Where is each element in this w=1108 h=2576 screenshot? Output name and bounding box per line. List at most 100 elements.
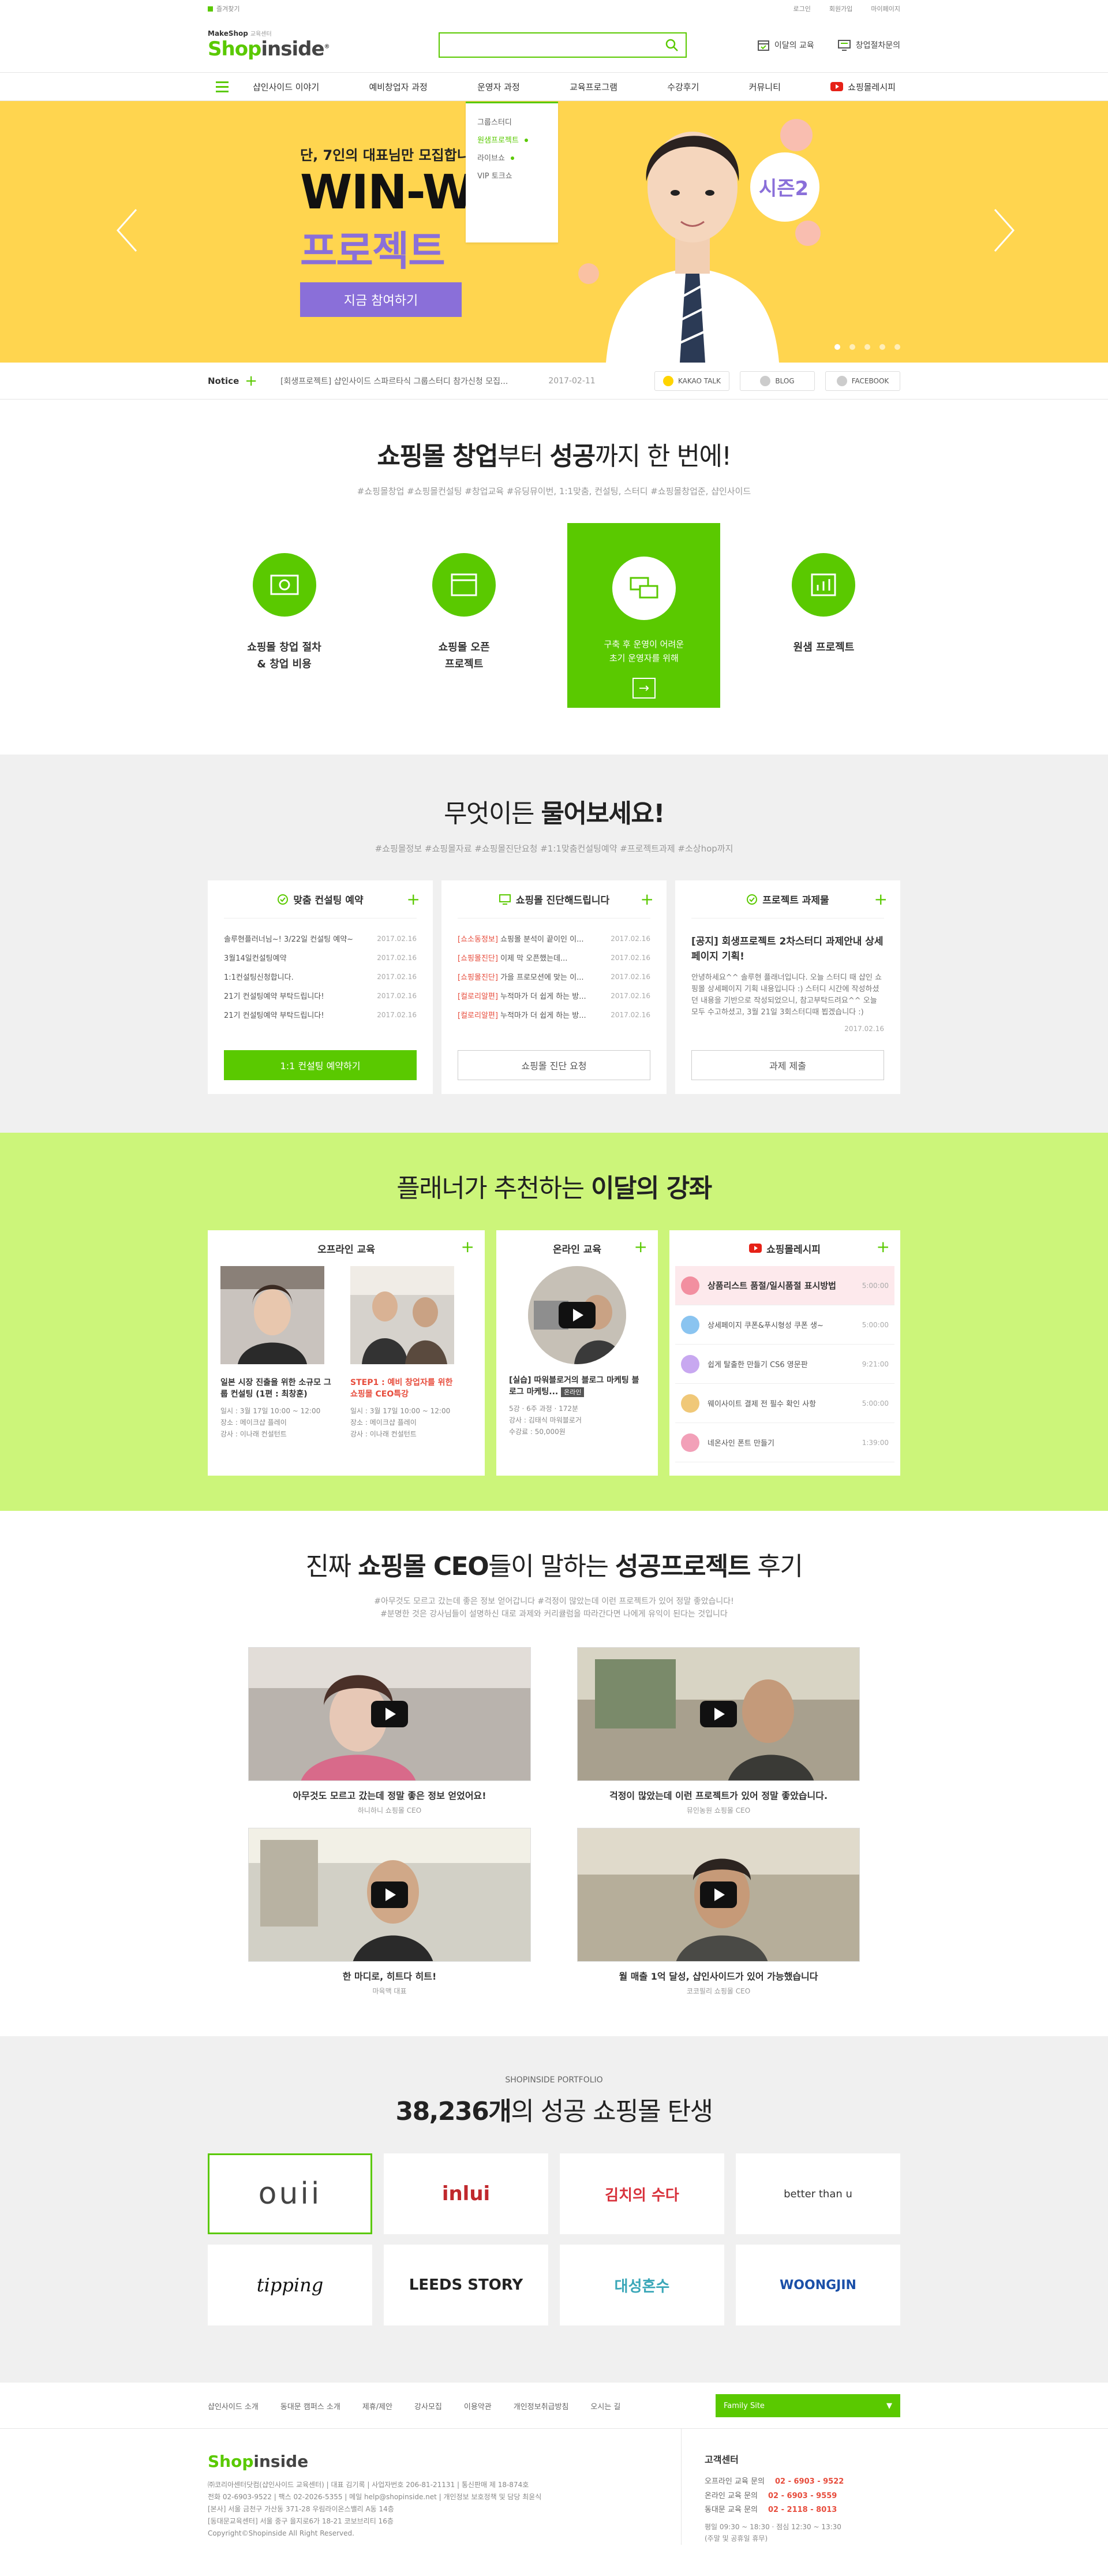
more-plus-icon[interactable]: + <box>874 890 888 909</box>
video-item[interactable]: 상품리스트 품절/일시품절 표시방법 5:00:00 <box>675 1266 894 1305</box>
slider-dot[interactable] <box>849 344 855 350</box>
notice-more-icon[interactable]: + <box>245 372 257 390</box>
slider-dot[interactable] <box>894 344 900 350</box>
youtube-icon <box>749 1244 762 1253</box>
list-item[interactable]: 21기 컨설팅예약 부탁드립니다! 2017.02.16 <box>224 1005 417 1024</box>
list-item[interactable]: 21기 컨설팅예약 부탁드립니다! 2017.02.16 <box>224 986 417 1005</box>
dropdown-item-vip[interactable]: VIP 토크쇼 <box>477 167 546 185</box>
footer-link[interactable]: 동대문 캠퍼스 소개 <box>280 2400 340 2411</box>
footer: Shopinside ㈜코리아센터닷컴(샵인사이드 교육센터) | 대표 김기록… <box>0 2429 1108 2576</box>
post-title[interactable]: [공지] 회생프로젝트 2차스터디 과제안내 상세페이지 기획! <box>691 935 884 964</box>
portfolio-logo[interactable]: 김치의 수다 <box>560 2153 724 2234</box>
nav-item-operator[interactable]: 운영자 과정 그룹스터디 원샘프로젝트 라이브쇼 VIP 토크쇼 <box>466 81 559 242</box>
footer-logo[interactable]: Shopinside <box>208 2452 681 2471</box>
list-item[interactable]: [쇼핑몰진단] 가을 프로모션에 맞는 이... 2017.02.16 <box>458 967 650 986</box>
family-site-select[interactable]: Family Site ▼ <box>716 2394 900 2417</box>
list-item[interactable]: [컬로리알편] 누적마가 더 쉽게 하는 방... 2017.02.16 <box>458 986 650 1005</box>
list-item[interactable]: 3월14일컨설팅예약 2017.02.16 <box>224 948 417 967</box>
play-icon[interactable] <box>559 1302 596 1328</box>
play-icon[interactable] <box>371 1881 408 1908</box>
next-arrow-icon[interactable] <box>993 207 1016 253</box>
card-onesam-project[interactable]: 원샘 프로젝트 <box>747 523 900 708</box>
play-icon[interactable] <box>700 1881 737 1908</box>
card-open-project[interactable]: 쇼핑몰 오픈 프로젝트 <box>388 523 541 708</box>
more-plus-icon[interactable]: + <box>877 1237 890 1256</box>
online-course-card[interactable]: [실습] 따워블로거의 블로그 마케팅 블로그 마케팅... 온라인 5강 · … <box>509 1266 645 1438</box>
review-video[interactable]: 걱정이 많았는데 이런 프로젝트가 있어 정말 좋았습니다. 뮤인농원 쇼핑몰 … <box>577 1647 860 1815</box>
more-plus-icon[interactable]: + <box>407 890 420 909</box>
nav-item-pre-startup[interactable]: 예비창업자 과정 <box>364 81 432 93</box>
portfolio-logo[interactable]: inlui <box>384 2153 548 2234</box>
online-badge: 온라인 <box>561 1387 585 1398</box>
review-video[interactable]: 아무것도 모르고 갔는데 정말 좋은 정보 얻었어요! 하니하니 쇼핑몰 CEO <box>248 1647 531 1815</box>
kakao-talk-button[interactable]: KAKAO TALK <box>654 371 729 391</box>
portfolio-logo[interactable]: WOONGJIN <box>736 2245 900 2325</box>
list-item[interactable]: 1:1컨설팅신청합니다. 2017.02.16 <box>224 967 417 986</box>
favorite-link[interactable]: 즐겨찾기 <box>208 4 239 13</box>
footer-link[interactable]: 샵인사이드 소개 <box>208 2400 259 2411</box>
search-icon[interactable] <box>665 38 679 52</box>
list-item[interactable]: [쇼핑몰진단] 이제 막 오픈했는데... 2017.02.16 <box>458 948 650 967</box>
blog-button[interactable]: BLOG <box>740 371 815 391</box>
video-item[interactable]: 상세페이지 쿠폰&푸시형성 쿠폰 생~ 5:00:00 <box>675 1305 894 1345</box>
dropdown-item-onesam[interactable]: 원샘프로젝트 <box>477 132 546 150</box>
dropdown-item-group-study[interactable]: 그룹스터디 <box>477 114 546 132</box>
prev-arrow-icon[interactable] <box>115 207 138 253</box>
nav-item-review[interactable]: 수강후기 <box>662 81 703 93</box>
portfolio-logo[interactable]: better than u <box>736 2153 900 2234</box>
site-logo[interactable]: MakeShop 교육센터 Shopinside® <box>208 29 415 61</box>
nav-item-recipe[interactable]: 쇼핑몰레시피 <box>826 81 900 93</box>
nav-item-story[interactable]: 샵인사이드 이야기 <box>248 81 324 93</box>
play-icon[interactable] <box>371 1700 408 1727</box>
more-plus-icon[interactable]: + <box>461 1237 474 1256</box>
footer-link[interactable]: 제휴/제안 <box>362 2400 392 2411</box>
submit-assignment-button[interactable]: 과제 제출 <box>691 1050 884 1080</box>
portfolio-logo[interactable]: tipping <box>208 2245 372 2325</box>
login-link[interactable]: 로그인 <box>793 4 811 13</box>
video-item[interactable]: 웨이사이트 결제 전 필수 확인 사항 5:00:00 <box>675 1384 894 1423</box>
more-plus-icon[interactable]: + <box>634 1237 647 1256</box>
notice-bar: Notice + [회생프로젝트] 샵인사이드 스파르타식 그룹스터디 참가신청… <box>0 363 1108 400</box>
card-startup-cost[interactable]: 쇼핑몰 창업 절차 & 창업 비용 <box>208 523 361 708</box>
search-input[interactable] <box>440 33 686 57</box>
list-item[interactable]: 솔루현플러너님~! 3/22일 컨설팅 예약~ 2017.02.16 <box>224 929 417 948</box>
footer-link[interactable]: 강사모집 <box>414 2400 442 2411</box>
dropdown-item-live[interactable]: 라이브쇼 <box>477 150 546 167</box>
nav-item-program[interactable]: 교육프로그램 <box>565 81 622 93</box>
footer-link[interactable]: 오시는 길 <box>590 2400 620 2411</box>
facebook-button[interactable]: FACEBOOK <box>825 371 900 391</box>
signup-link[interactable]: 회원가입 <box>829 4 852 13</box>
portfolio-logo[interactable]: LEEDS STORY <box>384 2245 548 2325</box>
footer-link[interactable]: 이용약관 <box>464 2400 492 2411</box>
slider-dots <box>834 344 900 350</box>
review-video[interactable]: 한 마디로, 히트다 히트! 마육맥 대표 <box>248 1827 531 1996</box>
slider-dot[interactable] <box>879 344 885 350</box>
join-now-button[interactable]: 지금 참여하기 <box>300 282 462 317</box>
arrow-right-icon[interactable]: → <box>632 678 656 699</box>
notice-text[interactable]: [회생프로젝트] 샵인사이드 스파르타식 그룹스터디 참가신청 모집... <box>280 375 508 387</box>
project-box: 프로젝트 과제물 + [공지] 회생프로젝트 2차스터디 과제안내 상세페이지 기… <box>675 880 900 1094</box>
monthly-edu-link[interactable]: 이달의 교육 <box>757 39 814 51</box>
list-item[interactable]: [쇼소동정보] 쇼핑몰 분석이 끝이인 이... 2017.02.16 <box>458 929 650 948</box>
footer-link[interactable]: 개인정보취급방침 <box>514 2400 569 2411</box>
play-icon[interactable] <box>700 1700 737 1727</box>
review-video[interactable]: 월 매출 1억 달성, 샵인사이드가 있어 가능했습니다 코코필리 쇼핑몰 CE… <box>577 1827 860 1996</box>
more-plus-icon[interactable]: + <box>641 890 654 909</box>
startup-inquiry-link[interactable]: 창업절차문의 <box>837 39 900 51</box>
video-item[interactable]: 쉽게 탈출한 만들기 CS6 영문판 9:21:00 <box>675 1345 894 1384</box>
card-operator[interactable]: 구축 후 운영이 어려운 초기 운영자를 위해 → <box>567 523 721 708</box>
consulting-reserve-button[interactable]: 1:1 컨설팅 예약하기 <box>224 1050 417 1080</box>
slider-dot[interactable] <box>834 344 840 350</box>
diagnosis-request-button[interactable]: 쇼핑몰 진단 요청 <box>458 1050 650 1080</box>
list-item[interactable]: [컬로리알편] 누적마가 더 쉽게 하는 방... 2017.02.16 <box>458 1005 650 1024</box>
check-circle-icon <box>278 894 289 905</box>
nav-item-community[interactable]: 커뮤니티 <box>744 81 785 93</box>
mypage-link[interactable]: 마이페이지 <box>871 4 900 13</box>
offline-course-card[interactable]: 일본 시장 진출을 위한 소규모 그룹 컨설팅 (1편 : 최창훈) 일시 : … <box>220 1266 333 1440</box>
video-item[interactable]: 네온사인 폰트 만들기 1:39:00 <box>675 1423 894 1462</box>
slider-dot[interactable] <box>864 344 870 350</box>
portfolio-logo[interactable]: ouii <box>208 2153 372 2234</box>
hamburger-menu-icon[interactable] <box>208 73 237 100</box>
offline-course-card[interactable]: STEP1 : 예비 창업자를 위한 쇼핑몰 CEO특강 일시 : 3월 17일… <box>350 1266 463 1440</box>
portfolio-logo[interactable]: 대성혼수 <box>560 2245 724 2325</box>
